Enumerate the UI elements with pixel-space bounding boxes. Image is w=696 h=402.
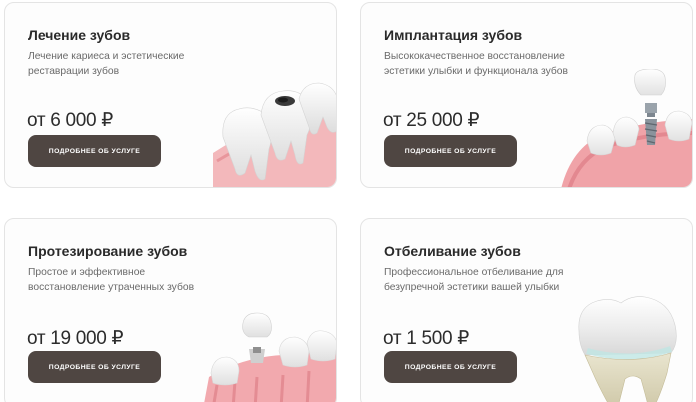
service-price: от 19 000 ₽ (27, 328, 124, 349)
service-card-prosthetics[interactable]: Протезирование зубов Простое и эффективн… (4, 218, 337, 402)
teeth-with-caries-image (213, 82, 336, 187)
service-description: Профессиональное отбеливание для безупре… (384, 267, 564, 293)
details-button[interactable]: ПОДРОБНЕЕ ОБ УСЛУГЕ (384, 135, 517, 167)
white-tooth-image (578, 296, 677, 402)
dental-implant-image (561, 69, 692, 187)
service-description: Высококачественное восстановление эстети… (384, 51, 568, 77)
service-title: Имплантация зубов (384, 27, 523, 43)
service-title: Протезирование зубов (28, 243, 188, 259)
details-button[interactable]: ПОДРОБНЕЕ ОБ УСЛУГЕ (384, 351, 517, 383)
service-description: Лечение кариеса и эстетические реставрац… (28, 51, 185, 77)
dental-crown-image (204, 312, 336, 402)
service-card-whitening[interactable]: Отбеливание зубов Профессиональное отбел… (360, 218, 693, 402)
details-button[interactable]: ПОДРОБНЕЕ ОБ УСЛУГЕ (28, 351, 161, 383)
service-description: Простое и эффективное восстановление утр… (28, 267, 195, 293)
service-card-implant[interactable]: Имплантация зубов Высококачественное вос… (360, 2, 693, 188)
service-card-treatment[interactable]: Лечение зубов Лечение кариеса и эстетиче… (4, 2, 337, 188)
service-title: Лечение зубов (28, 27, 131, 43)
service-price: от 25 000 ₽ (383, 110, 480, 131)
details-button[interactable]: ПОДРОБНЕЕ ОБ УСЛУГЕ (28, 135, 161, 167)
service-price: от 6 000 ₽ (27, 110, 114, 131)
service-title: Отбеливание зубов (384, 243, 521, 259)
service-price: от 1 500 ₽ (383, 328, 470, 349)
